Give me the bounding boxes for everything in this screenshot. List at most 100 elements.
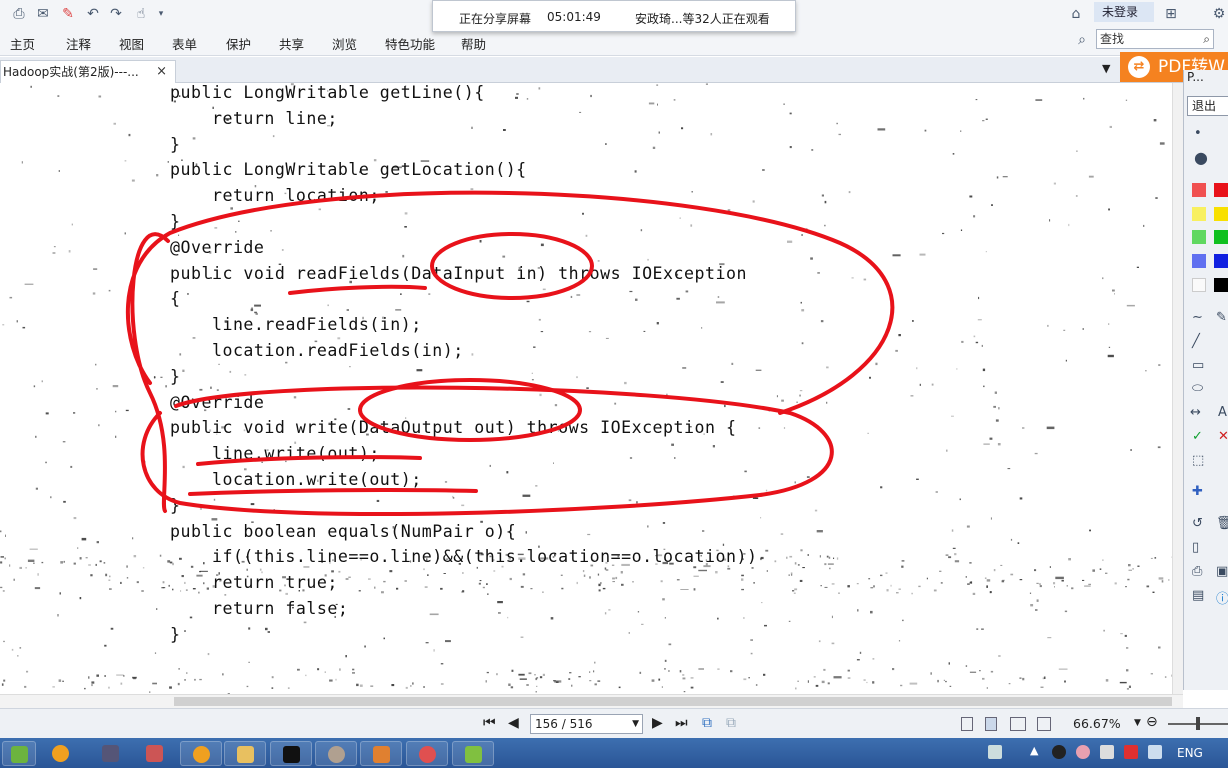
zoom-slider[interactable] xyxy=(1168,717,1228,730)
new-icon[interactable]: ✎ xyxy=(59,5,77,23)
highlighter-icon[interactable]: ✎ xyxy=(1216,310,1227,325)
taskbar: ▲ ENG xyxy=(0,738,1228,768)
taskbar-intellij[interactable] xyxy=(270,741,312,766)
freehand-icon[interactable]: ∼ xyxy=(1192,310,1203,325)
search-input[interactable]: 查找 ⌕ xyxy=(1096,29,1214,49)
page-number-input[interactable]: 156 / 516 ▼ xyxy=(530,714,643,734)
swatch-yellow[interactable] xyxy=(1214,207,1228,221)
window-layout-icon[interactable]: ⊞ xyxy=(1162,5,1180,23)
search-tools-icon[interactable]: ⌕ xyxy=(1073,31,1091,49)
network-icon[interactable] xyxy=(1148,745,1162,759)
zoom-dropdown-icon[interactable]: ▼ xyxy=(1134,718,1141,728)
menu-comment[interactable]: 注释 xyxy=(66,34,91,53)
first-page-icon[interactable]: ⏮ xyxy=(483,715,496,731)
taskbar-explorer[interactable] xyxy=(224,741,266,766)
printer-icon[interactable]: ⎙ xyxy=(1192,564,1202,579)
annotation-circle-datainput xyxy=(430,232,594,300)
swatch-red[interactable] xyxy=(1214,183,1228,197)
notes-icon[interactable]: ▤ xyxy=(1192,588,1204,603)
large-dot-icon[interactable]: ● xyxy=(1194,148,1208,167)
chevron-down-icon[interactable]: ▾ xyxy=(152,5,170,23)
tab-document[interactable]: Hadoop实战(第2版)---... × xyxy=(0,60,176,83)
continuous-facing-view-icon[interactable] xyxy=(1037,717,1051,731)
single-page-view-icon[interactable] xyxy=(961,717,973,731)
zoom-slider-thumb[interactable] xyxy=(1196,717,1200,730)
skin-icon[interactable]: ⌂ xyxy=(1067,5,1085,23)
settings-icon[interactable]: ⚙ xyxy=(1210,5,1228,23)
menu-features[interactable]: 特色功能 xyxy=(385,34,435,53)
zoom-out-icon[interactable]: ⊖ xyxy=(1146,714,1158,730)
taskbar-app-3-icon[interactable] xyxy=(146,745,163,762)
ellipse-icon[interactable]: ⬭ xyxy=(1192,381,1203,396)
prev-page-icon[interactable]: ◀ xyxy=(508,715,519,731)
chevron-down-icon[interactable]: ▼ xyxy=(632,715,639,733)
last-page-icon[interactable]: ⏭ xyxy=(675,715,688,731)
login-button[interactable]: 未登录 xyxy=(1094,2,1154,22)
next-page-icon[interactable]: ▶ xyxy=(652,715,663,731)
back-view-icon[interactable]: ⧉ xyxy=(702,715,712,731)
swatch-light-green[interactable] xyxy=(1192,230,1206,244)
zoom-level[interactable]: 66.67% xyxy=(1073,716,1121,731)
taskbar-app-2-icon[interactable] xyxy=(102,745,119,762)
taskbar-chrome[interactable] xyxy=(180,741,222,766)
hand-icon[interactable]: ☝ xyxy=(132,5,150,23)
qq-icon[interactable] xyxy=(1052,745,1066,759)
horizontal-scroll-thumb[interactable] xyxy=(174,697,1172,706)
print-icon[interactable]: ⎙ xyxy=(10,5,28,23)
tab-list-dropdown-icon[interactable]: ▼ xyxy=(1102,62,1110,75)
menu-protect[interactable]: 保护 xyxy=(226,34,251,53)
continuous-view-icon[interactable] xyxy=(985,717,997,731)
taskbar-app-7[interactable] xyxy=(360,741,402,766)
menu-home[interactable]: 主页 xyxy=(10,34,35,53)
swatch-green[interactable] xyxy=(1214,230,1228,244)
swatch-black[interactable] xyxy=(1214,278,1228,292)
start-button[interactable] xyxy=(2,741,36,766)
menu-view[interactable]: 视图 xyxy=(119,34,144,53)
check-icon[interactable]: ✓ xyxy=(1192,429,1203,444)
input-language[interactable]: ENG xyxy=(1177,746,1203,760)
select-area-icon[interactable]: ⬚ xyxy=(1192,453,1204,468)
swatch-light-red[interactable] xyxy=(1192,183,1206,197)
taskbar-app-1-icon[interactable] xyxy=(52,745,69,762)
menu-browse[interactable]: 浏览 xyxy=(332,34,357,53)
magnifier-icon[interactable]: ⌕ xyxy=(1203,30,1210,48)
undo-icon[interactable]: ↶ xyxy=(84,5,102,23)
text-icon[interactable]: A xyxy=(1218,405,1227,420)
save-icon[interactable]: ▣ xyxy=(1216,564,1228,579)
menu-help[interactable]: 帮助 xyxy=(461,34,486,53)
swatch-white[interactable] xyxy=(1192,278,1206,292)
close-icon[interactable]: × xyxy=(156,61,167,83)
mail-icon[interactable]: ✉ xyxy=(34,5,52,23)
tray-app-icon[interactable] xyxy=(1076,745,1090,759)
search-input-value: 查找 xyxy=(1100,32,1125,46)
swatch-light-yellow[interactable] xyxy=(1192,207,1206,221)
menu-share[interactable]: 共享 xyxy=(279,34,304,53)
tray-expand-icon[interactable]: ▲ xyxy=(1030,744,1038,757)
vertical-scrollbar[interactable] xyxy=(1172,83,1183,694)
device-icon[interactable] xyxy=(1100,745,1114,759)
forward-view-icon[interactable]: ⧉ xyxy=(726,715,736,731)
menu-form[interactable]: 表单 xyxy=(172,34,197,53)
taskbar-app-8[interactable] xyxy=(406,741,448,766)
page-icon[interactable]: ▯ xyxy=(1192,540,1199,555)
taskbar-app-9[interactable] xyxy=(452,741,494,766)
swatch-light-blue[interactable] xyxy=(1192,254,1206,268)
redo-icon[interactable]: ↷ xyxy=(107,5,125,23)
facing-view-icon[interactable] xyxy=(1010,717,1026,731)
swatch-blue[interactable] xyxy=(1214,254,1228,268)
cross-icon[interactable]: ✕ xyxy=(1218,429,1228,444)
rectangle-icon[interactable]: ▭ xyxy=(1192,358,1204,373)
small-dot-icon[interactable]: • xyxy=(1194,126,1202,141)
exit-pen-button[interactable]: 退出 xyxy=(1187,96,1228,116)
taskbar-app-6[interactable] xyxy=(315,741,357,766)
rotate-icon[interactable]: ↺ xyxy=(1192,516,1203,531)
horizontal-scrollbar[interactable] xyxy=(0,694,1183,708)
line-icon[interactable]: ╱ xyxy=(1192,334,1200,349)
info-icon[interactable]: ⓘ xyxy=(1216,588,1228,607)
trash-icon[interactable]: 🗑 xyxy=(1216,516,1228,531)
keyboard-icon[interactable] xyxy=(988,745,1002,759)
document-viewport[interactable]: public LongWritable getLine(){ return li… xyxy=(0,83,1172,694)
arrow-icon[interactable]: ↔ xyxy=(1190,405,1201,420)
volume-muted-icon[interactable] xyxy=(1124,745,1138,759)
plus-icon[interactable]: ✚ xyxy=(1192,484,1203,499)
